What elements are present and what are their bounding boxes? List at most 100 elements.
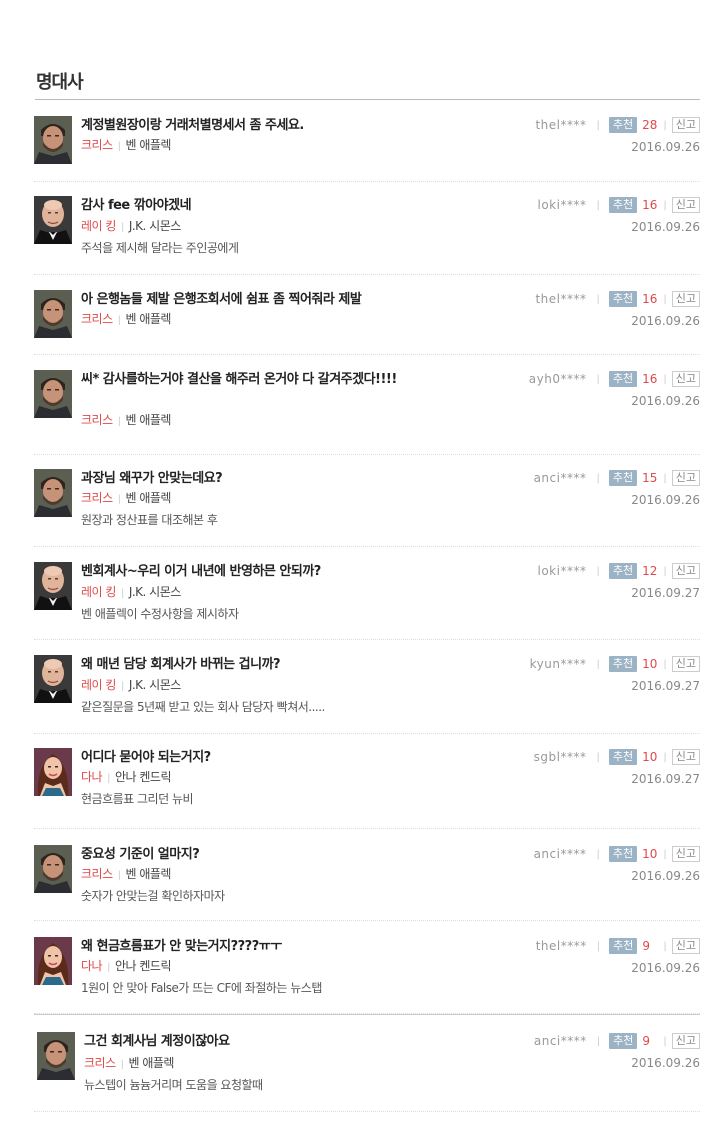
recommend-button[interactable]: 추천 <box>608 291 638 307</box>
report-button[interactable]: 신고 <box>671 846 700 862</box>
separator: | <box>120 222 124 233</box>
character-info: 크리스 | 벤 애플렉 <box>81 311 171 329</box>
recommend-button[interactable]: 추천 <box>608 470 638 486</box>
actor-name[interactable]: 벤 애플렉 <box>126 138 172 152</box>
recommend-button[interactable]: 추천 <box>608 117 638 133</box>
separator: | <box>596 119 600 131</box>
quote-meta: thel**** | 추천 9 | 신고 <box>536 937 700 955</box>
quote-text[interactable]: 벤회계사~우리 이거 내년에 반영하믄 안되까? <box>81 562 411 582</box>
author-id: loki**** <box>537 564 587 578</box>
role-name[interactable]: 크리스 <box>84 1056 116 1070</box>
actor-avatar[interactable] <box>34 290 72 338</box>
actor-avatar[interactable] <box>34 562 72 610</box>
report-button[interactable]: 신고 <box>671 656 700 672</box>
quote-meta: ayh0**** | 추천 16 | 신고 <box>529 370 700 388</box>
actor-avatar[interactable] <box>34 845 72 893</box>
report-button[interactable]: 신고 <box>671 749 700 765</box>
recommend-button[interactable]: 추천 <box>608 749 638 765</box>
separator: | <box>596 565 600 577</box>
actor-name[interactable]: 벤 애플렉 <box>126 491 172 505</box>
quote-meta: sgbl**** | 추천 10 | 신고 <box>534 748 700 766</box>
character-info: 크리스 | 벤 애플렉 <box>81 866 171 884</box>
report-button[interactable]: 신고 <box>671 938 700 954</box>
actor-avatar[interactable] <box>34 370 72 418</box>
role-name[interactable]: 크리스 <box>81 312 113 326</box>
actor-name[interactable]: J.K. 시몬스 <box>129 585 181 599</box>
role-name[interactable]: 레이 킹 <box>81 219 116 233</box>
recommend-button[interactable]: 추천 <box>609 938 638 954</box>
recommend-button[interactable]: 추천 <box>609 1033 638 1049</box>
quote-text[interactable]: 왜 매년 담당 회계사가 바뀌는 겁니까? <box>81 655 411 675</box>
role-name[interactable]: 레이 킹 <box>81 585 116 599</box>
quote-text[interactable]: 아 은행놈들 제발 은행조회서에 쉼표 좀 찍어줘라 제발 <box>81 290 411 310</box>
actor-name[interactable]: 벤 애플렉 <box>126 413 172 427</box>
quote-context: 뉴스텝이 늄늄거리며 도움을 요청할때 <box>84 1078 263 1092</box>
role-name[interactable]: 다나 <box>81 959 103 973</box>
quote-text[interactable]: 감사 fee 깎아야겠네 <box>81 196 411 216</box>
recommend-button[interactable]: 추천 <box>608 371 638 387</box>
recommend-button[interactable]: 추천 <box>608 656 638 672</box>
separator: | <box>663 119 667 131</box>
quote-text[interactable]: 과장님 왜꾸가 안맞는데요? <box>81 469 411 489</box>
quote-text[interactable]: 씨* 감사를하는거야 결산을 해주러 온거야 다 갈겨주겠다!!!! <box>81 370 411 390</box>
post-date: 2016.09.26 <box>631 394 700 408</box>
role-name[interactable]: 레이 킹 <box>81 678 116 692</box>
report-button[interactable]: 신고 <box>671 470 700 486</box>
actor-name[interactable]: 안나 켄드릭 <box>115 770 172 784</box>
quote-item: 과장님 왜꾸가 안맞는데요? 크리스 | 벤 애플렉 원장과 정산표를 대조해본 후 an… <box>34 469 700 547</box>
actor-name[interactable]: 벤 애플렉 <box>126 867 172 881</box>
quote-text[interactable]: 어디다 묻어야 되는거지? <box>81 748 411 768</box>
separator: | <box>663 293 667 305</box>
actor-name[interactable]: J.K. 시몬스 <box>129 219 181 233</box>
role-name[interactable]: 크리스 <box>81 491 113 505</box>
quote-text[interactable]: 중요성 기준이 얼마지? <box>81 845 411 865</box>
actor-avatar[interactable] <box>34 116 72 164</box>
post-date: 2016.09.27 <box>631 772 700 786</box>
report-button[interactable]: 신고 <box>671 197 700 213</box>
report-button[interactable]: 신고 <box>671 291 700 307</box>
quote-context: 벤 애플렉이 수정사항을 제시하자 <box>81 607 239 621</box>
quote-item: 벤회계사~우리 이거 내년에 반영하믄 안되까? 레이 킹 | J.K. 시몬스벤 애… <box>34 562 700 640</box>
actor-name[interactable]: J.K. 시몬스 <box>129 678 181 692</box>
quote-meta: loki**** | 추천 16 | 신고 <box>538 196 700 214</box>
actor-avatar[interactable] <box>37 1032 75 1080</box>
separator: | <box>596 848 600 860</box>
author-id: ayh0**** <box>528 372 587 386</box>
actor-name[interactable]: 벤 애플렉 <box>126 312 172 326</box>
quote-text[interactable]: 계정별원장이랑 거래처별명세서 좀 주세요. <box>81 116 411 136</box>
quote-text[interactable]: 왜 현금흐름표가 안 맞는거지????ㅠㅜ <box>81 937 411 957</box>
recommend-button[interactable]: 추천 <box>608 846 638 862</box>
actor-avatar[interactable] <box>34 655 72 703</box>
role-name[interactable]: 다나 <box>81 770 103 784</box>
report-button[interactable]: 신고 <box>671 117 700 133</box>
separator: | <box>663 1035 667 1047</box>
quote-item: 왜 매년 담당 회계사가 바뀌는 겁니까? 레이 킹 | J.K. 시몬스 같은질문을 … <box>34 655 700 734</box>
actor-avatar[interactable] <box>34 196 72 244</box>
recommend-count: 16 <box>642 198 658 212</box>
actor-avatar[interactable] <box>34 469 72 517</box>
recommend-button[interactable]: 추천 <box>608 563 638 579</box>
separator: | <box>663 565 667 577</box>
quote-context: 같은질문을 5년째 받고 있는 회사 담당자 빡쳐서..... <box>81 700 325 714</box>
quote-text[interactable]: 그건 회계사님 계정이잖아요 <box>84 1032 414 1052</box>
quote-item: 씨* 감사를하는거야 결산을 해주러 온거야 다 갈겨주겠다!!!! 크리스 | 벤 … <box>34 370 700 455</box>
separator: | <box>117 315 121 326</box>
recommend-button[interactable]: 추천 <box>608 197 638 213</box>
actor-avatar[interactable] <box>34 748 72 796</box>
report-button[interactable]: 신고 <box>671 371 700 387</box>
actor-name[interactable]: 벤 애플렉 <box>129 1056 175 1070</box>
actor-avatar[interactable] <box>34 937 72 985</box>
author-id: kyun**** <box>529 657 587 671</box>
quote-meta: anci**** | 추천 9 | 신고 <box>534 1032 700 1050</box>
recommend-count: 12 <box>642 564 658 578</box>
role-name[interactable]: 크리스 <box>81 867 113 881</box>
role-name[interactable]: 크리스 <box>81 138 113 152</box>
report-button[interactable]: 신고 <box>671 1033 700 1049</box>
role-name[interactable]: 크리스 <box>81 413 113 427</box>
separator: | <box>117 416 121 427</box>
actor-name[interactable]: 안나 켄드릭 <box>115 959 172 973</box>
report-button[interactable]: 신고 <box>671 563 700 579</box>
recommend-count: 28 <box>642 118 658 132</box>
author-id: anci**** <box>533 1034 587 1048</box>
quote-context: 주석을 제시해 달라는 주인공에게 <box>81 241 239 255</box>
